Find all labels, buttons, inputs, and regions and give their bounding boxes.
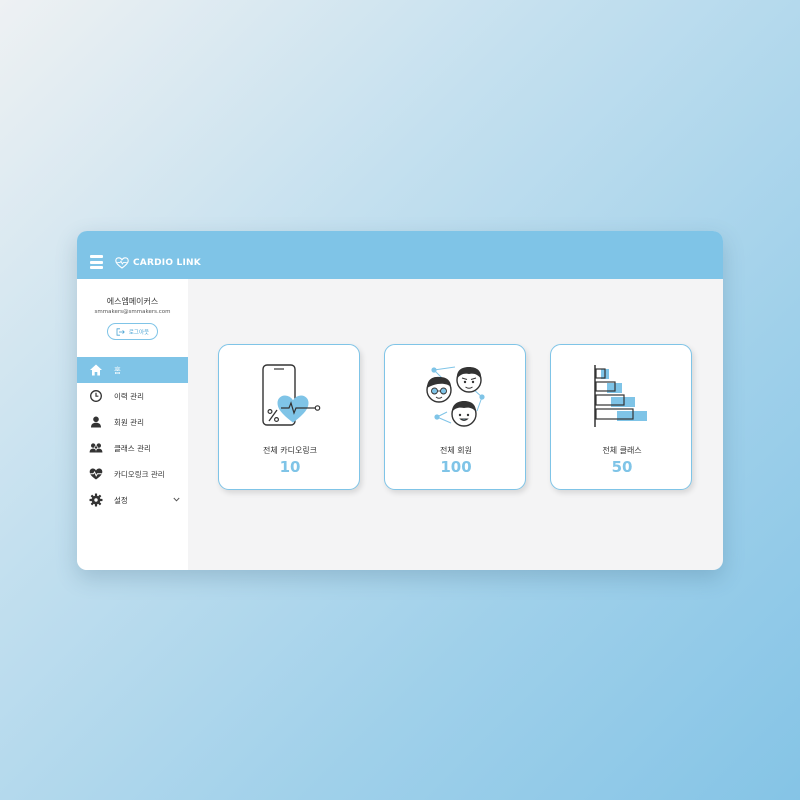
sidebar: 에스엠메이커스 smmakers@smmakers.com 로그아웃 홈 이력 … bbox=[77, 279, 188, 570]
brand-name: CARDIO LINK bbox=[133, 258, 201, 268]
members-faces-icon bbox=[426, 366, 485, 427]
sidebar-item-label: 이력 관리 bbox=[114, 391, 144, 401]
card-total-members[interactable]: 전체 회원 100 bbox=[384, 344, 526, 490]
clock-icon bbox=[90, 390, 102, 402]
user-email: smmakers@smmakers.com bbox=[94, 309, 171, 315]
home-icon bbox=[90, 364, 102, 376]
phone-heart-icon bbox=[262, 364, 321, 426]
bar-chart-icon bbox=[594, 365, 647, 427]
gear-icon bbox=[89, 493, 103, 507]
sidebar-item-home[interactable]: 홈 bbox=[77, 357, 188, 383]
sidebar-item-classes[interactable]: 클래스 관리 bbox=[77, 435, 188, 461]
logout-label: 로그아웃 bbox=[128, 329, 150, 336]
sidebar-item-settings[interactable]: 설정 bbox=[77, 487, 188, 513]
group-icon bbox=[89, 443, 103, 453]
card-value: 100 bbox=[440, 458, 472, 476]
hamburger-line bbox=[90, 255, 103, 258]
sidebar-item-cardiolink[interactable]: 카디오링크 관리 bbox=[77, 461, 188, 487]
brand-logo[interactable]: CARDIO LINK bbox=[115, 255, 201, 271]
sidebar-item-members[interactable]: 회원 관리 bbox=[77, 409, 188, 435]
sidebar-item-label: 클래스 관리 bbox=[114, 443, 151, 453]
card-label: 전체 회원 bbox=[440, 446, 472, 455]
card-label: 전체 카디오링크 bbox=[262, 446, 318, 455]
sidebar-item-label: 카디오링크 관리 bbox=[114, 469, 165, 479]
card-value: 50 bbox=[611, 458, 633, 476]
heart-logo-icon bbox=[115, 257, 129, 269]
person-icon bbox=[91, 416, 101, 428]
hamburger-line bbox=[90, 266, 103, 269]
card-total-cardiolink[interactable]: 전체 카디오링크 10 bbox=[218, 344, 360, 490]
card-total-classes[interactable]: 전체 클래스 50 bbox=[550, 344, 692, 490]
sidebar-item-label: 회원 관리 bbox=[114, 417, 144, 427]
sidebar-item-label: 설정 bbox=[114, 495, 128, 505]
card-value: 10 bbox=[279, 458, 301, 476]
heart-pulse-icon bbox=[89, 468, 103, 480]
sidebar-item-label: 홈 bbox=[114, 365, 121, 375]
menu-toggle-button[interactable] bbox=[90, 255, 103, 269]
user-name: 에스엠메이커스 bbox=[106, 297, 159, 306]
sidebar-nav: 홈 이력 관리 회원 관리 클래스 관리 카디오링크 관리 설정 bbox=[77, 357, 188, 513]
chevron-down-icon[interactable] bbox=[173, 497, 180, 502]
hamburger-line bbox=[90, 260, 103, 264]
logout-icon bbox=[116, 327, 125, 336]
app-window: CARDIO LINK 에스엠메이커스 smmakers@smmakers.co… bbox=[77, 231, 723, 570]
logout-button[interactable]: 로그아웃 bbox=[107, 323, 158, 340]
sidebar-item-history[interactable]: 이력 관리 bbox=[77, 383, 188, 409]
card-label: 전체 클래스 bbox=[602, 446, 642, 455]
top-bar: CARDIO LINK bbox=[77, 231, 723, 279]
